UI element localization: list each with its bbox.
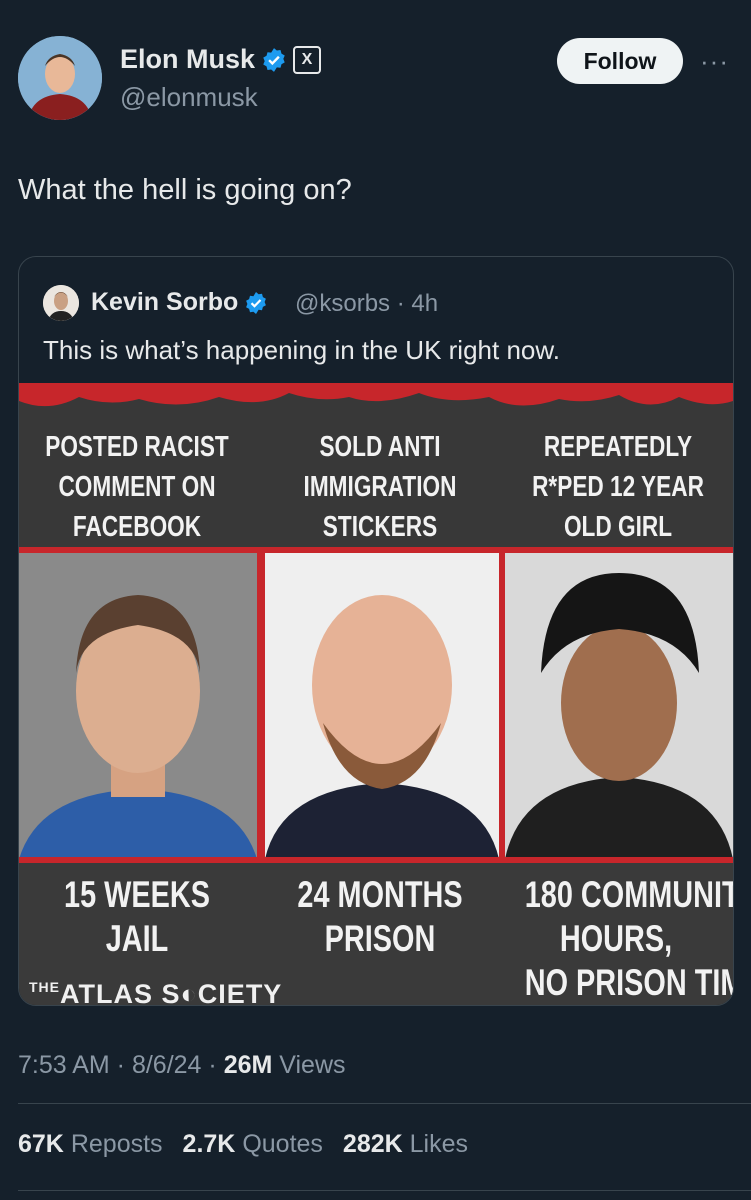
author-avatar[interactable] (18, 36, 102, 120)
verified-badge-icon (263, 47, 285, 72)
tweet-time[interactable]: 7:53 AM (18, 1051, 110, 1079)
sentence-3: 180 COMMUNITYHOURS,NO PRISON TIME (524, 874, 733, 1003)
views-count: 26M (223, 1051, 273, 1079)
verified-badge-icon (246, 291, 267, 314)
photo-divider-2 (499, 553, 505, 859)
reposts-stat[interactable]: 67K Reposts (18, 1130, 163, 1159)
tweet-meta: 7:53 AM · 8/6/24 · 26M Views (18, 1051, 346, 1079)
author-name-row[interactable]: Elon Musk X (120, 44, 322, 75)
author-handle[interactable]: @elonmusk (120, 82, 258, 113)
mugshot-2 (265, 553, 499, 859)
more-options-icon[interactable]: ··· (700, 46, 729, 77)
views-label: Views (279, 1051, 346, 1079)
divider (18, 1190, 751, 1191)
engagement-stats: 67K Reposts 2.7K Quotes 282K Likes (18, 1130, 468, 1159)
quoted-tweet-text: This is what’s happening in the UK right… (43, 335, 560, 365)
divider (18, 1103, 751, 1104)
x-logo-icon: X (293, 45, 322, 74)
quoted-author-handle-time: @ksorbs · 4h (295, 290, 439, 317)
caption-3: REPEATEDLY R*PED 12 YEAR OLD GIRL (532, 431, 704, 543)
follow-button[interactable]: Follow (557, 38, 683, 84)
tweet-text: What the hell is going on? (18, 174, 352, 206)
likes-stat[interactable]: 282K Likes (343, 1130, 468, 1159)
quoted-tweet-image[interactable]: POSTED RACIST COMMENT ON FACEBOOK SOLD ANT… (19, 383, 733, 1005)
quotes-stat[interactable]: 2.7K Quotes (183, 1130, 323, 1159)
blood-splatter-decoration (19, 383, 733, 407)
photo-divider-1 (257, 553, 265, 859)
tweet-date[interactable]: 8/6/24 (132, 1051, 202, 1079)
caption-1: POSTED RACIST COMMENT ON FACEBOOK (45, 431, 229, 543)
mugshot-3 (505, 553, 733, 859)
caption-2: SOLD ANTI IMMIGRATION STICKERS (303, 431, 457, 543)
watermark-logo: THEATLAS S◐CIETY (29, 979, 283, 1005)
quoted-author-avatar[interactable] (43, 285, 79, 321)
quoted-tweet-card[interactable]: Kevin Sorbo @ksorbs · 4h This is what’s … (18, 256, 734, 1006)
quoted-author-name[interactable]: Kevin Sorbo (91, 288, 238, 317)
mugshot-1 (19, 553, 257, 859)
sentence-1: 15 WEEKS JAIL (64, 874, 210, 959)
quoted-author-name-row[interactable]: Kevin Sorbo (91, 288, 268, 317)
sentence-2: 24 MONTHS PRISON (297, 874, 463, 959)
author-name[interactable]: Elon Musk (120, 44, 255, 75)
